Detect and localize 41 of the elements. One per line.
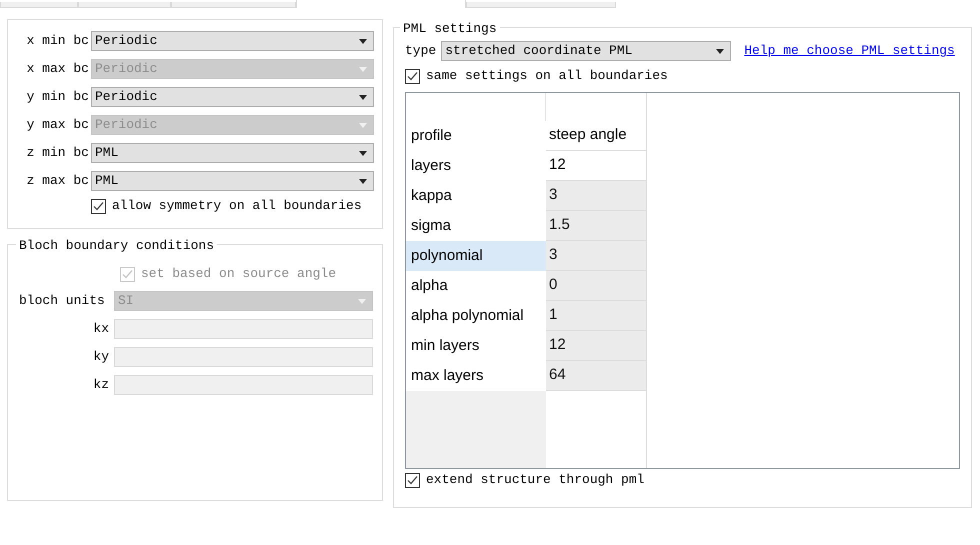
dropdown-arrow-icon bbox=[359, 150, 367, 156]
checkbox-label: extend structure through pml bbox=[426, 471, 644, 490]
dropdown-arrow-icon bbox=[359, 94, 367, 100]
dropdown[interactable]: PML bbox=[91, 171, 374, 191]
field-label: y max bc bbox=[26, 116, 89, 134]
dropdown[interactable]: Periodic bbox=[91, 31, 374, 51]
check-icon bbox=[407, 474, 418, 486]
checkbox-label: same settings on all boundaries bbox=[426, 67, 668, 86]
dropdown-arrow-icon bbox=[359, 122, 367, 128]
field-label: kz bbox=[92, 376, 110, 394]
check-icon bbox=[122, 268, 133, 280]
dropdown-arrow-icon bbox=[359, 66, 367, 72]
dropdown-arrow-icon bbox=[358, 298, 366, 304]
dropdown-arrow-icon bbox=[716, 48, 724, 54]
field-label: type bbox=[405, 42, 436, 60]
checkbox[interactable] bbox=[405, 472, 420, 488]
field-label: y min bc bbox=[26, 88, 89, 106]
dropdown[interactable]: stretched coordinate PML bbox=[441, 41, 732, 61]
dropdown-arrow-icon bbox=[359, 178, 367, 184]
checkbox[interactable] bbox=[91, 198, 106, 214]
field-label: ky bbox=[92, 348, 110, 366]
field-label: bloch units bbox=[19, 292, 106, 310]
field-label: z max bc bbox=[26, 172, 89, 190]
check-icon bbox=[93, 200, 104, 212]
field-label: x min bc bbox=[26, 32, 89, 50]
tab[interactable] bbox=[466, 2, 616, 8]
checkbox-label: allow symmetry on all boundaries bbox=[112, 197, 362, 216]
dropdown[interactable]: Periodic bbox=[91, 87, 374, 107]
help-link[interactable]: Help me choose PML settings bbox=[744, 41, 955, 61]
dropdown-arrow-icon bbox=[359, 38, 367, 44]
field-label: kx bbox=[92, 320, 110, 338]
field-label: z min bc bbox=[26, 144, 89, 162]
tab[interactable] bbox=[296, 0, 466, 8]
check-icon bbox=[407, 70, 418, 82]
dropdown[interactable]: PML bbox=[91, 143, 374, 163]
checkbox[interactable] bbox=[405, 68, 420, 84]
field-label: x max bc bbox=[26, 60, 89, 78]
tab[interactable] bbox=[0, 2, 78, 8]
checkbox-label: set based on source angle bbox=[141, 265, 336, 284]
tab[interactable] bbox=[78, 2, 171, 8]
tab[interactable] bbox=[171, 2, 296, 8]
